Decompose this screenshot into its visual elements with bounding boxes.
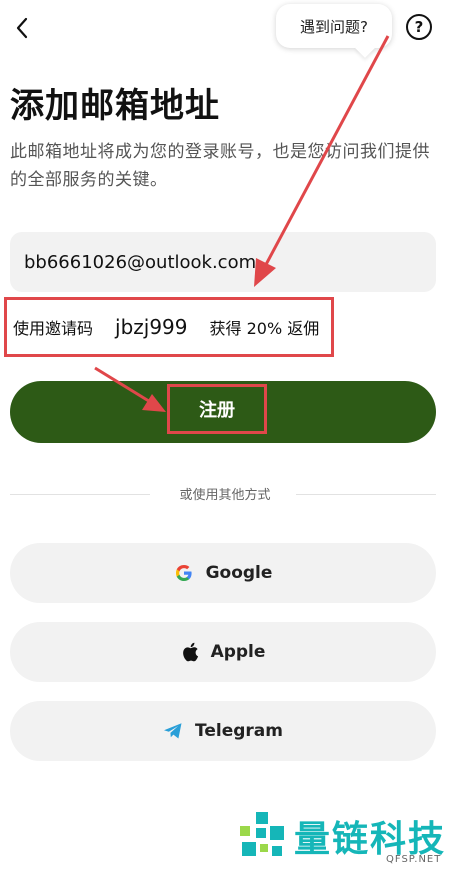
- telegram-login-button[interactable]: Telegram: [10, 701, 436, 761]
- email-field[interactable]: bb6661026@outlook.com: [10, 232, 436, 292]
- divider-text: 或使用其他方式: [179, 488, 271, 503]
- email-value: bb6661026@outlook.com: [24, 251, 257, 273]
- invite-code-row[interactable]: 使用邀请码 jbzj999 获得 20% 返佣: [4, 297, 334, 357]
- chevron-left-icon: [16, 17, 28, 39]
- page-title: 添加邮箱地址: [10, 86, 220, 126]
- invite-bonus-text: 获得 20% 返佣: [209, 319, 320, 338]
- help-tooltip[interactable]: 遇到问题?: [276, 4, 392, 48]
- help-tooltip-text: 遇到问题?: [300, 17, 368, 36]
- register-label: 注册: [167, 384, 267, 434]
- page-subtitle: 此邮箱地址将成为您的登录账号，也是您访问我们提供的全部服务的关键。: [10, 142, 430, 190]
- google-label: Google: [205, 563, 273, 583]
- register-button[interactable]: 注册: [10, 381, 436, 443]
- divider-line-right: [296, 494, 436, 495]
- apple-icon: [181, 642, 199, 662]
- apple-login-button[interactable]: Apple: [10, 622, 436, 682]
- telegram-icon: [163, 722, 183, 740]
- question-circle-icon[interactable]: ?: [406, 14, 432, 40]
- invite-label: 使用邀请码: [13, 319, 94, 338]
- question-mark-glyph: ?: [414, 18, 424, 36]
- watermark-logo: 量链科技 QFSP.NET: [236, 808, 455, 870]
- apple-label: Apple: [210, 642, 266, 662]
- telegram-label: Telegram: [195, 721, 283, 741]
- google-icon: [174, 563, 194, 583]
- invite-code-value: jbzj999: [115, 315, 188, 339]
- divider-line-left: [10, 494, 150, 495]
- logo-mark-icon: [240, 812, 284, 856]
- watermark-domain: QFSP.NET: [386, 854, 442, 865]
- back-button[interactable]: [8, 10, 36, 46]
- google-login-button[interactable]: Google: [10, 543, 436, 603]
